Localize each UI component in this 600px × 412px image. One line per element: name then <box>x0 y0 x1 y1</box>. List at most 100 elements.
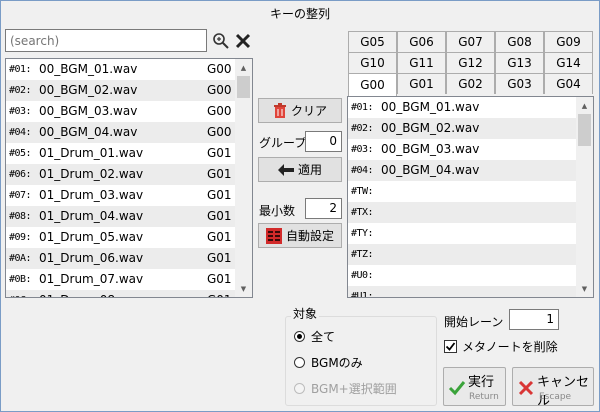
trash-icon <box>273 102 286 118</box>
list-item[interactable]: #U0: <box>348 265 576 286</box>
list-item[interactable]: #01: 00_BGM_01.wav <box>348 97 576 118</box>
list-item[interactable]: #0A: 01_Drum_06.wav G01 <box>6 248 235 269</box>
right-list-scrollbar[interactable]: ▲ ▼ <box>576 97 593 297</box>
clear-button[interactable]: クリア <box>258 98 342 123</box>
list-item[interactable]: #U1: <box>348 286 576 298</box>
cancel-button[interactable]: キャンセル Escape <box>512 367 594 409</box>
tab-g02[interactable]: G02 <box>446 73 495 94</box>
tab-g13[interactable]: G13 <box>495 52 544 73</box>
key-id: #06: <box>9 169 32 180</box>
tab-g06[interactable]: G06 <box>397 31 446 52</box>
start-lane-input[interactable]: 1 <box>509 309 559 330</box>
search-icon[interactable] <box>211 30 231 52</box>
list-item[interactable]: #TX: <box>348 202 576 223</box>
list-item[interactable]: #TW: <box>348 181 576 202</box>
tab-g07[interactable]: G07 <box>446 31 495 52</box>
check-icon <box>448 381 466 396</box>
search-input[interactable] <box>5 29 207 52</box>
scroll-thumb[interactable] <box>578 114 591 146</box>
list-item[interactable]: #08: 01_Drum_04.wav G01 <box>6 206 235 227</box>
list-item[interactable]: #03: 00_BGM_03.wav G00 <box>6 101 235 122</box>
tab-g05[interactable]: G05 <box>348 31 397 52</box>
group-id: G00 <box>207 125 232 139</box>
key-id: #01: <box>351 102 374 113</box>
tab-g14[interactable]: G14 <box>544 52 593 73</box>
list-item[interactable]: #05: 01_Drum_01.wav G01 <box>6 143 235 164</box>
file-name: 00_BGM_02.wav <box>39 83 138 97</box>
right-key-list[interactable]: #01: 00_BGM_01.wav #02: 00_BGM_02.wav #03: 00… <box>347 96 594 298</box>
list-item[interactable]: #03: 00_BGM_03.wav <box>348 139 576 160</box>
list-item[interactable]: #07: 01_Drum_03.wav G01 <box>6 185 235 206</box>
tab-g10[interactable]: G10 <box>348 52 397 73</box>
tab-g08[interactable]: G08 <box>495 31 544 52</box>
close-icon[interactable] <box>233 30 253 52</box>
apply-label: 適用 <box>297 163 322 177</box>
group-number-input[interactable]: 0 <box>305 131 342 152</box>
key-id: #04: <box>9 127 32 138</box>
list-item[interactable]: #09: 01_Drum_05.wav G01 <box>6 227 235 248</box>
file-name: 00_BGM_03.wav <box>39 104 138 118</box>
tab-g03[interactable]: G03 <box>495 73 544 94</box>
list-item[interactable]: #01: 00_BGM_01.wav G00 <box>6 59 235 80</box>
file-name: 01_Drum_08.wav <box>39 290 143 297</box>
file-name: 00_BGM_01.wav <box>39 62 138 76</box>
checkmark-icon <box>445 342 456 351</box>
scroll-up-icon[interactable]: ▲ <box>235 59 252 76</box>
key-id: #04: <box>351 165 374 176</box>
tab-g11[interactable]: G11 <box>397 52 446 73</box>
key-id: #05: <box>9 148 32 159</box>
auto-setting-button[interactable]: 自動設定 <box>258 223 342 248</box>
group-id: G01 <box>207 272 232 286</box>
left-list-scrollbar[interactable]: ▲ ▼ <box>235 59 252 297</box>
list-item[interactable]: #02: 00_BGM_02.wav G00 <box>6 80 235 101</box>
list-item[interactable]: #02: 00_BGM_02.wav <box>348 118 576 139</box>
radio-all[interactable]: 全て <box>294 328 335 345</box>
key-id: #08: <box>9 211 32 222</box>
apply-button[interactable]: 適用 <box>258 157 342 182</box>
tab-g09[interactable]: G09 <box>544 31 593 52</box>
min-count-input[interactable]: 2 <box>305 198 342 219</box>
key-id: #02: <box>9 85 32 96</box>
tab-g00[interactable]: G00 <box>348 73 397 96</box>
list-item[interactable]: #TZ: <box>348 244 576 265</box>
left-key-list[interactable]: #01: 00_BGM_01.wav G00 #02: 00_BGM_02.wav G00… <box>5 58 253 298</box>
group-id: G01 <box>207 146 232 160</box>
cancel-shortcut: Escape <box>539 392 572 402</box>
file-name: 01_Drum_03.wav <box>39 188 144 202</box>
list-item[interactable]: #06: 01_Drum_02.wav G01 <box>6 164 235 185</box>
arrow-left-icon <box>277 163 294 176</box>
execute-button[interactable]: 実行 Return <box>443 367 506 406</box>
tab-g12[interactable]: G12 <box>446 52 495 73</box>
key-id: #0C: <box>9 290 32 297</box>
list-item[interactable]: #04: 00_BGM_04.wav <box>348 160 576 181</box>
tab-g04[interactable]: G04 <box>544 73 593 94</box>
key-id: #02: <box>351 123 374 134</box>
scroll-down-icon[interactable]: ▼ <box>576 280 593 297</box>
list-item[interactable]: #0C: 01_Drum_08.wav G01 <box>6 290 235 297</box>
scroll-down-icon[interactable]: ▼ <box>235 280 252 297</box>
file-name: 01_Drum_05.wav <box>39 230 144 244</box>
delete-meta-checkbox[interactable]: メタノートを削除 <box>444 338 558 355</box>
group-id: G01 <box>207 290 232 297</box>
key-id: #03: <box>351 144 374 155</box>
group-id: G00 <box>207 62 232 76</box>
scroll-up-icon[interactable]: ▲ <box>576 97 593 114</box>
group-id: G00 <box>207 104 232 118</box>
key-id: #07: <box>9 190 32 201</box>
list-item[interactable]: #TY: <box>348 223 576 244</box>
target-legend: 対象 <box>291 305 320 322</box>
file-name: 01_Drum_01.wav <box>39 146 144 160</box>
list-item[interactable]: #04: 00_BGM_04.wav G00 <box>6 122 235 143</box>
radio-bgm-only-label: BGMのみ <box>311 356 363 370</box>
tab-g01[interactable]: G01 <box>397 73 446 94</box>
scroll-thumb[interactable] <box>237 76 250 98</box>
key-id: #U1: <box>351 291 374 298</box>
window-title: キーの整列 <box>269 7 330 21</box>
radio-bgm-selection[interactable]: BGM+選択範囲 <box>294 380 397 397</box>
group-label: グループ <box>259 136 307 150</box>
file-name: 01_Drum_04.wav <box>39 209 144 223</box>
file-name: 00_BGM_02.wav <box>381 121 480 135</box>
list-item[interactable]: #0B: 01_Drum_07.wav G01 <box>6 269 235 290</box>
radio-bgm-only[interactable]: BGMのみ <box>294 354 363 371</box>
delete-meta-label: メタノートを削除 <box>462 340 558 354</box>
